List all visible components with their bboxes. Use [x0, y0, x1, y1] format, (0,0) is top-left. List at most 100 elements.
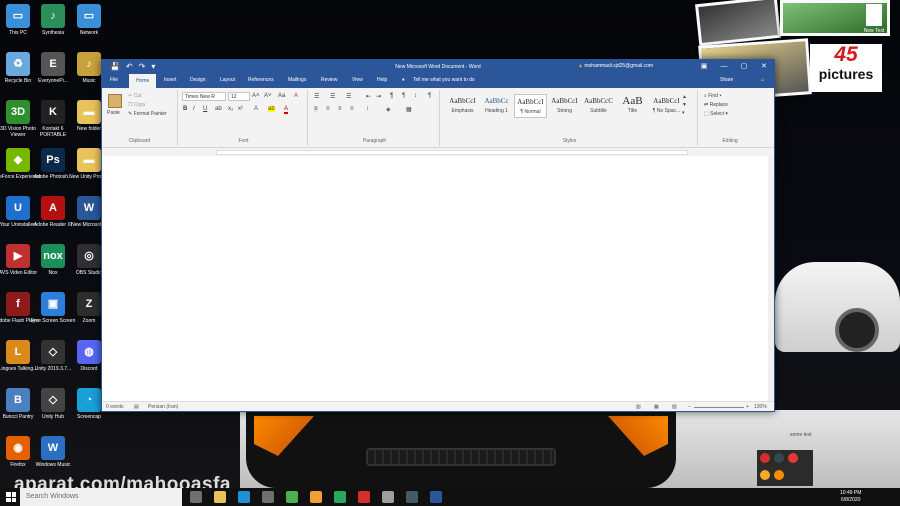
- zoom-level[interactable]: 130%: [754, 404, 767, 410]
- styles-scroll-down-icon[interactable]: ▼: [682, 102, 687, 108]
- font-name-select[interactable]: Times New R: [182, 92, 226, 101]
- paste-button[interactable]: Paste: [107, 110, 120, 116]
- tell-me-search[interactable]: Tell me what you want to do: [413, 77, 475, 83]
- zoom-slider[interactable]: [694, 407, 744, 408]
- app-gray-icon[interactable]: [382, 491, 394, 503]
- account-area[interactable]: ▲ mohammadi.sjd25@gmail.com: [578, 63, 653, 69]
- replace-button[interactable]: ⇄ Replace: [704, 102, 728, 108]
- superscript-icon[interactable]: x²: [238, 106, 243, 112]
- style-item[interactable]: AaBbCcI Strong: [548, 94, 581, 118]
- font-size-select[interactable]: 12: [228, 92, 250, 101]
- font-color-icon[interactable]: A: [284, 106, 289, 114]
- select-button[interactable]: ⬚ Select ▾: [704, 111, 728, 117]
- vertical-scrollbar[interactable]: [768, 156, 774, 402]
- proofing-icon[interactable]: ▤: [134, 404, 139, 410]
- style-item[interactable]: AaBbCcI ¶ Normal: [514, 94, 547, 118]
- word-window[interactable]: 💾 ↶ ↷ ▾ New Microsoft Word Document - Wo…: [101, 59, 775, 412]
- windows-start-icon[interactable]: [6, 492, 16, 502]
- desktop-icon-new-text[interactable]: New Text: [858, 4, 890, 34]
- copy-button[interactable]: ❐ Copy: [128, 102, 146, 108]
- language-indicator[interactable]: Persian (Iran): [148, 404, 178, 410]
- style-item[interactable]: AaBbCcI Emphasis: [446, 94, 479, 118]
- zoom-out-icon[interactable]: −: [688, 404, 691, 410]
- show-marks-icon[interactable]: ¶: [428, 93, 431, 99]
- style-item[interactable]: AaBbCcI ¶ No Spac...: [650, 94, 683, 118]
- find-button[interactable]: ⌕ Find ▾: [704, 93, 721, 99]
- sort-icon[interactable]: ↕: [414, 93, 417, 99]
- align-right-icon[interactable]: ≡: [338, 106, 342, 112]
- underline-button[interactable]: U: [203, 106, 207, 112]
- styles-scroll-up-icon[interactable]: ▲: [682, 94, 687, 100]
- styles-more-icon[interactable]: ▾: [682, 110, 685, 116]
- web-layout-icon[interactable]: ▧: [672, 404, 677, 410]
- tab-review[interactable]: Review: [321, 77, 337, 83]
- align-center-icon[interactable]: ≡: [326, 106, 330, 112]
- style-item[interactable]: AaBbCc Heading 1: [480, 94, 513, 118]
- store-icon[interactable]: [262, 491, 274, 503]
- format-painter-button[interactable]: ✎ Format Painter: [128, 111, 167, 117]
- desktop-icon[interactable]: ▭ Network: [66, 4, 112, 36]
- borders-icon[interactable]: ▦: [406, 106, 412, 113]
- tab-references[interactable]: References: [248, 77, 274, 83]
- tray-app-icon[interactable]: [788, 453, 798, 463]
- document-canvas[interactable]: [102, 156, 774, 402]
- text-effects-icon[interactable]: A: [254, 106, 258, 112]
- horizontal-ruler[interactable]: [102, 148, 774, 156]
- app-red-icon[interactable]: [358, 491, 370, 503]
- tab-insert[interactable]: Insert: [164, 77, 177, 83]
- paste-icon[interactable]: [108, 94, 122, 108]
- tab-view[interactable]: View: [352, 77, 363, 83]
- maximize-button[interactable]: ▢: [734, 60, 754, 74]
- rtl-icon[interactable]: ¶: [402, 93, 405, 99]
- desktop-icon[interactable]: W Windows Music: [30, 436, 76, 468]
- bullets-icon[interactable]: ☰: [314, 93, 319, 100]
- decrease-indent-icon[interactable]: ⇤: [366, 93, 371, 100]
- tray-overflow-popup[interactable]: [757, 450, 813, 486]
- line-spacing-icon[interactable]: ↕: [366, 106, 369, 112]
- word-icon[interactable]: [430, 491, 442, 503]
- shrink-font-icon[interactable]: A˅: [264, 93, 272, 99]
- print-layout-icon[interactable]: ▦: [654, 404, 659, 410]
- clear-format-icon[interactable]: A: [294, 93, 298, 99]
- numbering-icon[interactable]: ☰: [330, 93, 335, 100]
- ribbon-display-button[interactable]: ▣: [694, 60, 714, 74]
- ltr-icon[interactable]: ¶: [390, 93, 394, 99]
- italic-button[interactable]: I: [193, 106, 195, 112]
- app-green-icon[interactable]: [334, 491, 346, 503]
- system-clock[interactable]: 10:49 PM 6/8/2020: [840, 490, 861, 504]
- title-bar[interactable]: 💾 ↶ ↷ ▾ New Microsoft Word Document - Wo…: [102, 60, 774, 74]
- increase-indent-icon[interactable]: ⇥: [376, 93, 381, 100]
- tray-app-icon[interactable]: [760, 453, 770, 463]
- subscript-icon[interactable]: x₂: [228, 106, 233, 112]
- taskbar-search-input[interactable]: Search Windows: [20, 488, 182, 506]
- tray-app-icon[interactable]: [774, 453, 784, 463]
- shading-icon[interactable]: ◈: [386, 106, 391, 113]
- style-item[interactable]: AaB Title: [616, 94, 649, 118]
- minimize-button[interactable]: —: [714, 60, 734, 74]
- read-mode-icon[interactable]: ▥: [636, 404, 641, 410]
- align-left-icon[interactable]: ≡: [314, 106, 318, 112]
- strikethrough-icon[interactable]: ab: [215, 106, 222, 112]
- tab-home[interactable]: Home: [129, 74, 157, 88]
- tab-file[interactable]: File: [110, 77, 118, 83]
- tab-help[interactable]: Help: [377, 77, 387, 83]
- grow-font-icon[interactable]: A˄: [252, 93, 260, 99]
- zoom-in-icon[interactable]: +: [746, 404, 749, 410]
- bold-button[interactable]: B: [183, 106, 187, 112]
- tab-mailings[interactable]: Mailings: [288, 77, 306, 83]
- multilevel-list-icon[interactable]: ☰: [346, 93, 351, 100]
- task-view-icon[interactable]: [190, 491, 202, 503]
- tray-app-icon[interactable]: [774, 470, 784, 480]
- tab-design[interactable]: Design: [190, 77, 206, 83]
- highlight-icon[interactable]: ab: [268, 106, 275, 112]
- terminal-icon[interactable]: [406, 491, 418, 503]
- file-explorer-icon[interactable]: [214, 491, 226, 503]
- share-button[interactable]: Share: [720, 77, 733, 83]
- word-count[interactable]: 0 words: [106, 404, 124, 410]
- close-button[interactable]: ✕: [754, 60, 774, 74]
- change-case-icon[interactable]: Aa: [278, 93, 285, 99]
- tab-layout[interactable]: Layout: [220, 77, 235, 83]
- chrome-icon[interactable]: [286, 491, 298, 503]
- cut-button[interactable]: ✂ Cut: [128, 93, 141, 99]
- justify-icon[interactable]: ≡: [350, 106, 354, 112]
